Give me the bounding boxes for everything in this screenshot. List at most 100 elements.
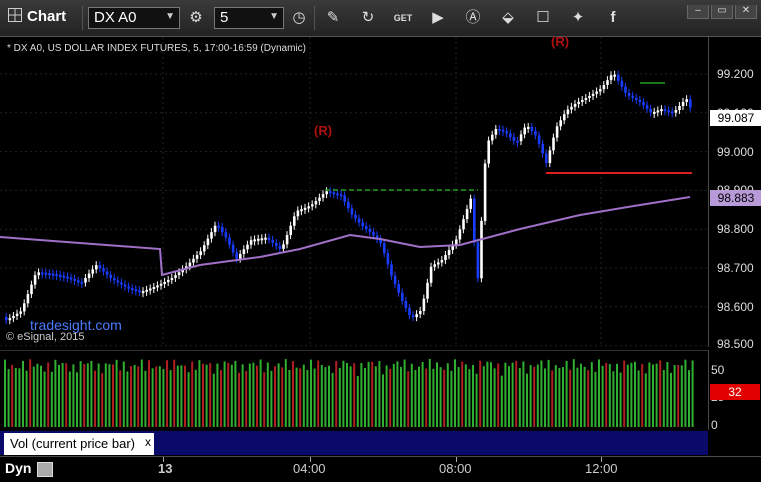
volume-bar	[187, 372, 190, 427]
volume-bar	[216, 363, 219, 427]
chevron-down-icon[interactable]: ▼	[165, 11, 175, 22]
price-bar	[228, 237, 231, 245]
price-axis[interactable]: 99.200 99.100 99.000 98.900 98.800 98.70…	[708, 37, 761, 351]
price-bar	[134, 289, 138, 292]
volume-bar	[493, 368, 496, 427]
volume-bar	[583, 366, 586, 427]
volume-bar	[367, 361, 370, 427]
volume-study-tab[interactable]: Vol (current price bar) x	[4, 433, 154, 455]
volume-bar	[288, 370, 291, 427]
price-bar	[12, 315, 15, 319]
volume-bar	[331, 372, 334, 427]
symbol-input[interactable]: DX A0 ▼	[88, 7, 180, 29]
volume-bar	[562, 367, 564, 427]
price-bar	[41, 272, 44, 275]
price-bar	[188, 262, 192, 267]
volume-bar	[101, 373, 104, 427]
price-chart[interactable]: * DX A0, US DOLLAR INDEX FUTURES, 5, 17:…	[0, 34, 708, 347]
price-bar	[411, 315, 415, 318]
volume-bar	[342, 360, 345, 427]
volume-bar	[490, 362, 492, 427]
volume-bar	[126, 371, 129, 427]
time-label: 13	[158, 461, 173, 476]
refresh-icon[interactable]: ↻	[358, 8, 378, 28]
dynamic-mode-label[interactable]: Dyn	[5, 460, 31, 476]
price-bar	[84, 278, 87, 283]
volume-canvas[interactable]	[0, 351, 708, 431]
volume-axis[interactable]: 50 25 0 32	[708, 350, 761, 432]
volume-bar	[324, 367, 327, 427]
volume-bar	[630, 362, 633, 427]
price-bar	[491, 134, 494, 141]
volume-bar	[439, 367, 442, 427]
time-axis[interactable]: Dyn 13 04:00 08:00 12:00	[0, 456, 761, 482]
pencil-icon[interactable]: ✎	[323, 8, 343, 28]
interval-value: 5	[220, 9, 229, 26]
volume-bar	[551, 370, 554, 427]
price-bar	[667, 110, 670, 113]
price-bar	[55, 274, 58, 277]
text-tool-icon[interactable]: Ⓐ	[463, 8, 483, 28]
volume-bar	[536, 364, 539, 427]
price-bar	[336, 193, 339, 196]
volume-bar	[72, 364, 75, 427]
volume-pane[interactable]	[0, 350, 708, 431]
price-bar	[275, 242, 278, 246]
volume-bar	[83, 364, 86, 427]
volume-bar	[295, 367, 298, 427]
price-bar	[383, 243, 386, 254]
volume-bar	[209, 362, 212, 427]
volume-bar	[259, 359, 262, 427]
volume-bar	[652, 364, 654, 427]
volume-bar	[655, 363, 658, 427]
price-bar	[674, 110, 678, 113]
price-bar	[584, 98, 588, 101]
volume-bar	[673, 365, 676, 427]
volume-bar	[36, 363, 39, 427]
volume-bar	[97, 363, 100, 427]
volume-bar	[306, 369, 309, 427]
price-bar	[635, 97, 638, 100]
chevron-down-icon[interactable]: ▼	[269, 11, 279, 22]
interval-input[interactable]: 5 ▼	[214, 7, 284, 29]
facebook-icon[interactable]: f	[603, 8, 623, 28]
price-bar	[33, 275, 37, 285]
volume-bar	[587, 370, 590, 427]
price-bar	[548, 150, 552, 164]
volume-bar	[374, 366, 377, 427]
minimize-icon[interactable]: –	[687, 5, 709, 19]
play-icon[interactable]: ▶	[428, 8, 448, 28]
volume-bar	[378, 361, 381, 427]
volume-bar	[691, 360, 694, 427]
price-bar	[257, 238, 260, 241]
volume-bar	[508, 366, 510, 427]
link-icon[interactable]: ⚙	[186, 8, 206, 28]
get-icon[interactable]: GET	[393, 8, 413, 28]
price-bar	[501, 129, 505, 132]
comment-icon[interactable]: ☐	[533, 8, 553, 28]
tag-icon[interactable]: ⬙	[498, 8, 518, 28]
volume-bar	[180, 365, 183, 427]
twitter-icon[interactable]: ✦	[568, 8, 588, 28]
price-bar	[465, 208, 469, 220]
volume-bar	[684, 359, 687, 427]
volume-bar	[79, 361, 82, 427]
close-icon[interactable]: x	[145, 435, 151, 449]
price-bar	[437, 262, 440, 265]
price-bar	[300, 209, 303, 212]
price-bar	[591, 93, 595, 97]
price-bar	[444, 255, 447, 261]
close-icon[interactable]: ✕	[735, 5, 757, 19]
volume-bar	[40, 365, 42, 427]
zoom-icon[interactable]	[37, 462, 53, 477]
clock-icon[interactable]: ◷	[289, 8, 309, 28]
price-chart-canvas[interactable]	[0, 37, 708, 347]
volume-bar	[608, 364, 611, 427]
price-bar	[599, 89, 602, 92]
price-bar	[566, 109, 570, 115]
volume-bar	[644, 373, 647, 427]
price-bar	[480, 220, 483, 279]
volume-bar	[446, 363, 449, 427]
price-bar	[293, 216, 296, 226]
restore-icon[interactable]: ▭	[711, 5, 733, 19]
